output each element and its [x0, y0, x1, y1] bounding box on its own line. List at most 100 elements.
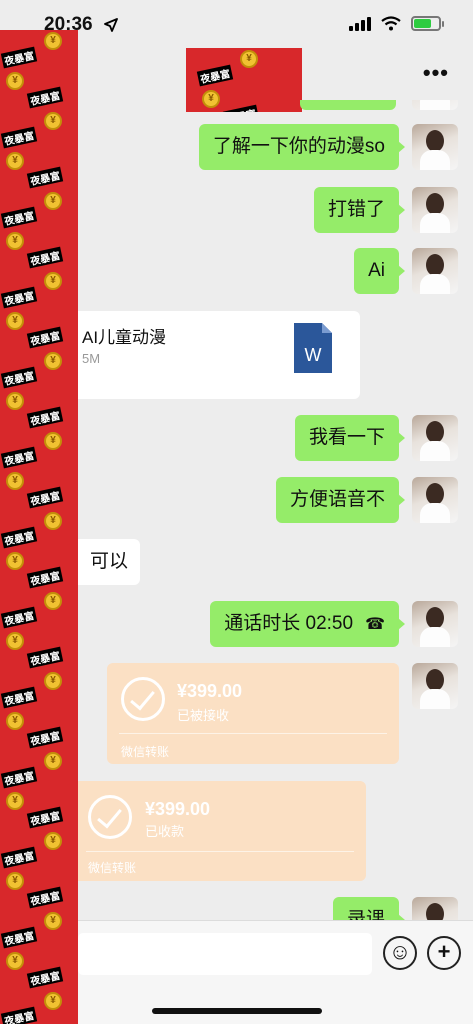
- sticker-caption: 夜暴富: [0, 126, 38, 149]
- sticker-caption: 夜暴富: [0, 366, 38, 389]
- coin-icon: ¥: [6, 952, 24, 970]
- coin-icon: ¥: [240, 50, 258, 68]
- coin-icon: ¥: [44, 592, 62, 610]
- phone-hangup-icon: ☎: [365, 616, 385, 633]
- coin-icon: ¥: [6, 712, 24, 730]
- sticker-caption: 夜暴富: [26, 326, 64, 349]
- coin-icon: ¥: [44, 512, 62, 530]
- sticker-caption: 夜暴富: [0, 206, 38, 229]
- wifi-icon: [381, 16, 401, 31]
- message-bubble[interactable]: 了解一下你的动漫so: [198, 124, 406, 170]
- coin-icon: ¥: [6, 872, 24, 890]
- sticker-pattern-row: ¥夜暴富: [0, 190, 78, 230]
- sticker-pattern-row: ¥夜暴富: [0, 630, 78, 670]
- emoji-smile-icon[interactable]: ☺: [383, 936, 417, 970]
- coin-icon: ¥: [44, 752, 62, 770]
- sticker-caption: 夜暴富: [26, 886, 64, 909]
- avatar[interactable]: [412, 124, 458, 170]
- coin-icon: ¥: [44, 352, 62, 370]
- avatar[interactable]: [412, 477, 458, 523]
- coin-icon: ¥: [44, 112, 62, 130]
- plus-circle-icon[interactable]: +: [427, 936, 461, 970]
- sticker-pattern-row: ¥ 夜暴富: [0, 110, 78, 150]
- sticker-pattern-row: ¥夜暴富: [0, 870, 78, 910]
- more-options-button[interactable]: •••: [423, 60, 449, 86]
- coin-icon: ¥: [44, 32, 62, 50]
- message-bubble[interactable]: 方便语音不: [275, 477, 406, 523]
- location-arrow-icon: [104, 18, 118, 32]
- sticker-caption: 夜暴富: [222, 104, 260, 112]
- sticker-caption: 夜暴富: [0, 846, 38, 869]
- sticker-caption: 夜暴富: [0, 686, 38, 709]
- coin-icon: ¥: [44, 912, 62, 930]
- message-bubble[interactable]: 我看一下: [294, 415, 406, 461]
- sticker-caption: 夜暴富: [26, 166, 64, 189]
- divider: [86, 851, 354, 852]
- sticker-pattern-row: ¥ 夜暴富: [0, 270, 78, 310]
- sticker-pattern-row: ¥夜暴富: [0, 910, 78, 950]
- sticker-pattern-row: ¥夜暴富: [0, 430, 78, 470]
- sticker-pattern-row: ¥夜暴富: [0, 230, 78, 270]
- coin-icon: ¥: [44, 832, 62, 850]
- file-size: 5M: [82, 351, 101, 366]
- transfer-card[interactable]: ¥399.00 已收款 微信转账: [78, 781, 366, 881]
- coin-icon: ¥: [6, 632, 24, 650]
- sticker-caption: 夜暴富: [0, 606, 38, 629]
- sticker-caption: 夜暴富: [26, 726, 64, 749]
- avatar[interactable]: [412, 187, 458, 233]
- sticker-pattern-row: ¥ 夜暴富: [0, 510, 78, 550]
- sticker-caption: 夜暴富: [0, 526, 38, 549]
- sticker-caption: 夜暴富: [26, 566, 64, 589]
- sticker-pattern-row: ¥ 夜暴富: [0, 670, 78, 710]
- message-bubble[interactable]: Ai: [354, 248, 405, 294]
- sticker-pattern-row: ¥ 夜暴富: [186, 48, 302, 88]
- sticker-image[interactable]: ¥ 夜暴富 ¥ 夜暴富 ¥ 夜暴富 ¥ 夜暴富 ¥ 夜暴富 ¥ 夜暴富 ¥ 夜暴富 ¥ 夜暴富 ¥ 夜暴富 ¥ 夜暴富…: [0, 30, 78, 1024]
- sticker-pattern-row: ¥夜暴富: [0, 150, 78, 190]
- voice-call-record[interactable]: 通话时长 02:50 ☎: [210, 601, 405, 647]
- sticker-pattern-row: ¥夜暴富: [0, 750, 78, 790]
- check-circle-icon: [121, 677, 165, 721]
- avatar[interactable]: [412, 248, 458, 294]
- message-bubble-partial[interactable]: [300, 100, 396, 110]
- file-message-card[interactable]: AI儿童动漫 5M W: [78, 311, 360, 399]
- coin-icon: ¥: [6, 392, 24, 410]
- word-file-icon: W: [294, 323, 332, 373]
- check-circle-icon: [88, 795, 132, 839]
- avatar[interactable]: [412, 601, 458, 647]
- sticker-caption: 夜暴富: [0, 446, 38, 469]
- sticker-pattern-row: ¥ 夜暴富: [0, 830, 78, 870]
- sticker-pattern-row: ¥夜暴富: [0, 390, 78, 430]
- sticker-pattern-row: ¥夜暴富: [0, 550, 78, 590]
- message-bubble[interactable]: 打错了: [313, 187, 406, 233]
- coin-icon: ¥: [6, 312, 24, 330]
- message-bubble[interactable]: 可以: [78, 539, 141, 585]
- sticker-image-fragment[interactable]: ¥夜暴富¥夜暴富: [186, 48, 302, 112]
- sticker-caption: 夜暴富: [0, 1006, 38, 1024]
- sticker-caption: 夜暴富: [26, 646, 64, 669]
- sticker-caption: 夜暴富: [26, 806, 64, 829]
- message-input[interactable]: [78, 933, 372, 975]
- sticker-caption: 夜暴富: [26, 406, 64, 429]
- coin-icon: ¥: [44, 672, 62, 690]
- coin-icon: ¥: [6, 232, 24, 250]
- sticker-pattern-row: ¥夜暴富: [0, 710, 78, 750]
- transfer-card[interactable]: ¥399.00 已被接收 微信转账: [107, 663, 399, 764]
- sticker-pattern-row: ¥ 夜暴富: [0, 590, 78, 630]
- file-name: AI儿童动漫: [82, 328, 167, 347]
- coin-icon: ¥: [6, 552, 24, 570]
- battery-charging-icon: [411, 16, 444, 31]
- sticker-pattern-row: ¥夜暴富: [186, 88, 302, 112]
- sticker-caption: 夜暴富: [0, 286, 38, 309]
- coin-icon: ¥: [44, 272, 62, 290]
- transfer-footer: 微信转账: [88, 861, 137, 875]
- coin-icon: ¥: [6, 152, 24, 170]
- avatar[interactable]: [412, 663, 458, 709]
- sticker-caption: 夜暴富: [26, 486, 64, 509]
- sticker-caption: 夜暴富: [26, 966, 64, 989]
- avatar[interactable]: [412, 415, 458, 461]
- sticker-caption: 夜暴富: [196, 64, 234, 87]
- divider: [119, 733, 387, 734]
- sticker-caption: 夜暴富: [26, 246, 64, 269]
- transfer-amount: ¥399.00: [177, 681, 243, 701]
- sticker-pattern-row: ¥夜暴富: [0, 310, 78, 350]
